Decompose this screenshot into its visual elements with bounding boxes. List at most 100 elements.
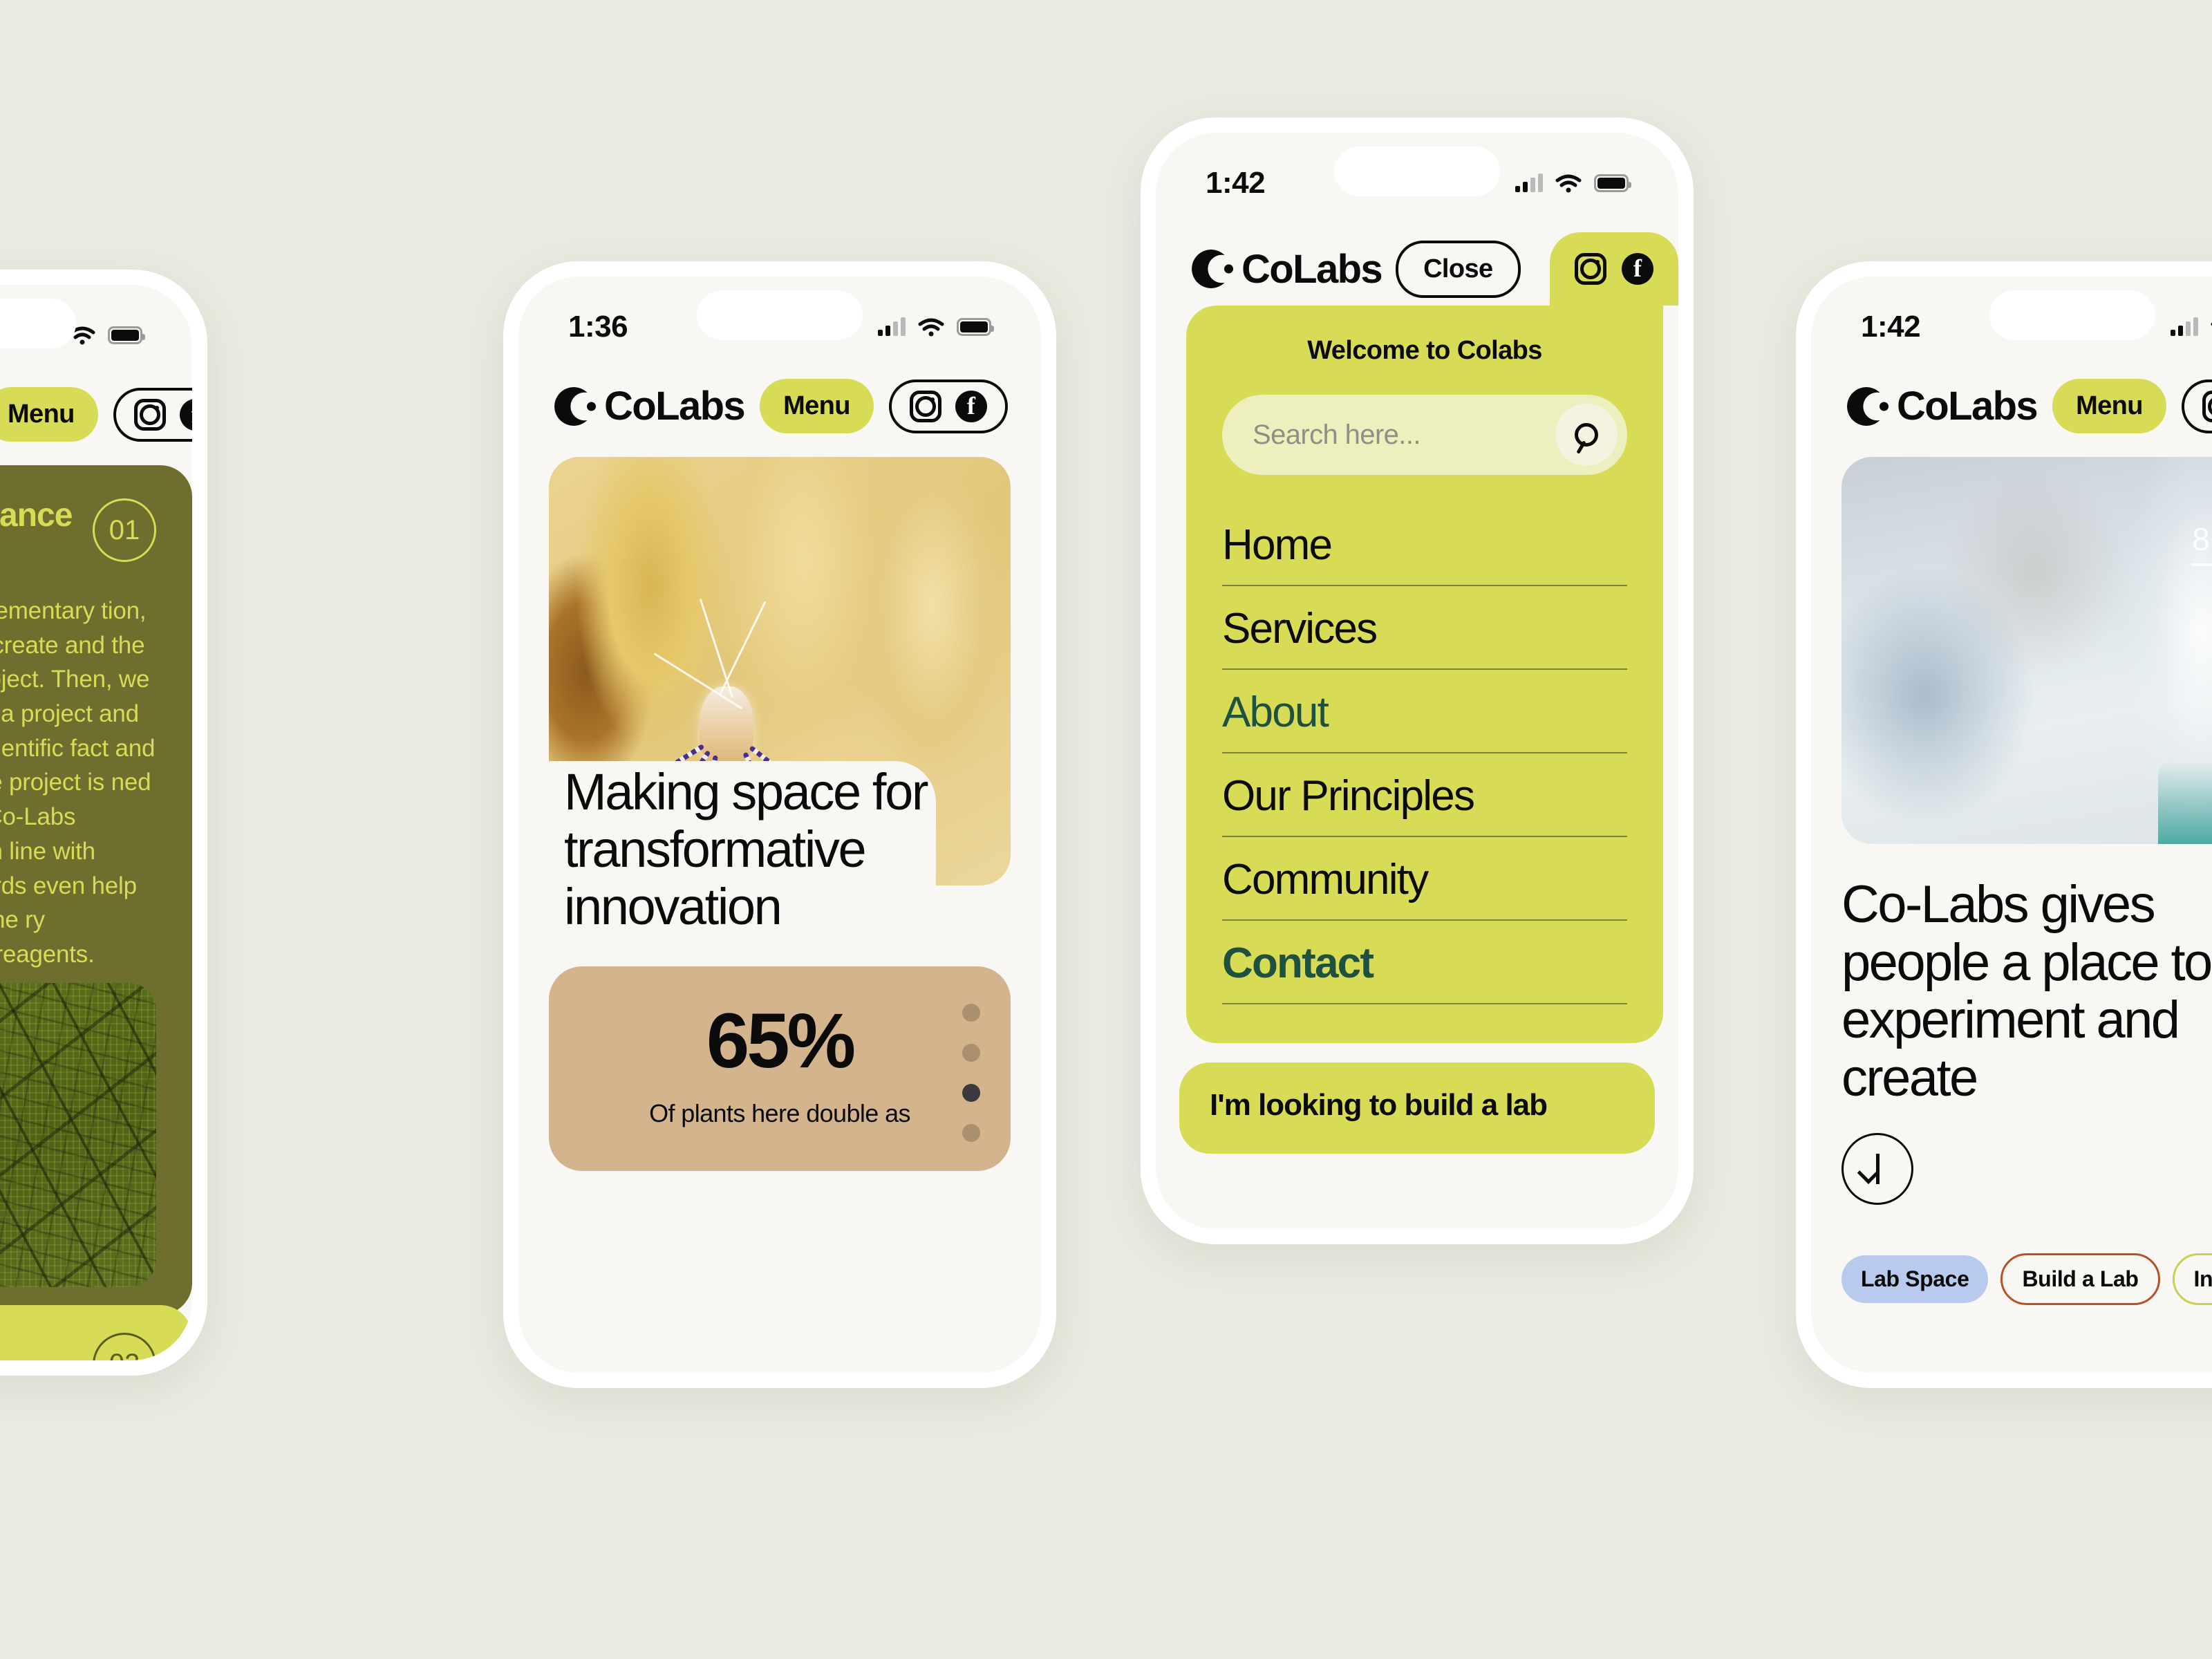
search-placeholder[interactable]: Search here... <box>1253 420 1555 451</box>
chip-build-a-lab[interactable]: Build a Lab <box>2000 1253 2160 1306</box>
chip-innovation-facilitation[interactable]: Innovation Facilitation <box>2172 1253 2212 1306</box>
phone-mockup-3: 1:42 CoLabs Close f Welcome to Colabs Se… <box>1141 118 1694 1244</box>
instagram-icon[interactable] <box>2202 390 2212 422</box>
battery-icon <box>1594 174 1631 192</box>
phone1-app-header: Labs Menu <box>0 366 192 465</box>
process-step-number: 02 <box>93 1332 156 1360</box>
scroll-down-button[interactable] <box>1841 1133 1913 1206</box>
phone-mockup-1: Labs Menu y-step guidance 01 thorough co… <box>0 270 207 1376</box>
category-chips: Lab Space Build a Lab Innovation Facilit… <box>1841 1253 2212 1306</box>
carousel-dot-active[interactable] <box>962 1083 980 1102</box>
welcome-heading: Welcome to Colabs <box>1307 336 1542 365</box>
process-step-body: thorough complementary tion, we begin to… <box>0 597 156 968</box>
phone4-status-bar: 1:42 <box>1811 276 2212 358</box>
phone2-status-bar: 1:36 <box>518 276 1041 358</box>
phone2-screen: 1:36 CoLabs Menu f Making space for tran… <box>518 276 1041 1373</box>
process-step-row-2[interactable]: t Execution 02 <box>0 1304 192 1360</box>
cellular-signal-icon <box>2171 317 2198 336</box>
cellular-signal-icon <box>1515 174 1543 192</box>
battery-icon <box>108 326 145 344</box>
phone3-screen: 1:42 CoLabs Close f Welcome to Colabs Se… <box>1156 133 1678 1229</box>
phone2-app-header: CoLabs Menu <box>518 358 1041 457</box>
stat-card: 65% Of plants here double as <box>549 966 1011 1172</box>
dynamic-island <box>1334 147 1500 196</box>
magnifier-icon <box>1575 423 1598 447</box>
brand-logo[interactable]: CoLabs <box>1847 383 2038 429</box>
facebook-icon[interactable] <box>955 390 987 422</box>
menu-overlay-panel: Welcome to Colabs Search here... Home Se… <box>1186 306 1663 1043</box>
carousel-dot[interactable] <box>962 1043 980 1062</box>
screenshot-canvas: Labs Menu y-step guidance 01 thorough co… <box>0 0 2212 1659</box>
nav-item-community[interactable]: Community <box>1222 837 1627 921</box>
brand-name: CoLabs <box>604 384 746 429</box>
colabs-c-dot-logo-icon <box>554 386 596 426</box>
battery-icon <box>957 318 994 336</box>
carousel-dots[interactable] <box>962 1003 980 1142</box>
instagram-icon[interactable] <box>133 398 166 431</box>
brand-logo[interactable]: CoLabs <box>1192 246 1383 292</box>
phone1-status-bar <box>0 285 192 366</box>
nav-item-contact[interactable]: Contact <box>1222 921 1627 1004</box>
chip-lab-space[interactable]: Lab Space <box>1841 1255 1989 1304</box>
lab-beaker-image: 800 <box>1841 457 2212 844</box>
carousel-dot[interactable] <box>962 1123 980 1142</box>
nav-item-home[interactable]: Home <box>1222 514 1627 586</box>
menu-button[interactable]: Menu <box>2052 379 2166 433</box>
carousel-dot[interactable] <box>962 1003 980 1022</box>
social-links[interactable] <box>1550 232 1678 306</box>
wifi-icon <box>918 318 944 337</box>
phone-mockup-2: 1:36 CoLabs Menu f Making space for tran… <box>503 261 1056 1388</box>
dynamic-island <box>697 290 863 340</box>
process-step-title: y-step guidance <box>0 497 73 534</box>
menu-button[interactable]: Menu <box>760 379 874 433</box>
status-icons <box>1515 174 1631 193</box>
social-links[interactable] <box>113 387 192 442</box>
main-navigation: Home Services About Our Principles Commu… <box>1222 514 1627 1004</box>
beaker-graduation-label: 800 <box>2192 521 2212 566</box>
instagram-icon[interactable] <box>1575 253 1606 285</box>
dynamic-island <box>1989 290 2155 340</box>
instagram-icon[interactable] <box>909 390 941 422</box>
menu-button[interactable]: Menu <box>0 387 98 442</box>
nav-item-about[interactable]: About <box>1222 670 1627 753</box>
process-step-card: y-step guidance 01 thorough complementar… <box>0 465 192 1315</box>
stat-value: 65% <box>706 997 856 1084</box>
brand-name: CoLabs <box>1241 246 1383 292</box>
phone4-app-header: CoLabs Menu <box>1811 358 2212 457</box>
status-icons <box>2171 317 2212 337</box>
beaker-liquid <box>2158 761 2212 844</box>
dynamic-island <box>0 299 76 348</box>
search-field[interactable]: Search here... <box>1222 395 1627 475</box>
colabs-c-dot-logo-icon <box>1847 386 1888 426</box>
facebook-icon[interactable] <box>1622 253 1653 285</box>
nav-item-our-principles[interactable]: Our Principles <box>1222 753 1627 837</box>
brand-name: CoLabs <box>1897 384 2038 429</box>
hero-headline: Making space for transformative innovati… <box>549 763 936 936</box>
phone3-status-bar: 1:42 <box>1156 133 1678 214</box>
stat-caption: Of plants here double as <box>649 1098 910 1127</box>
phone3-app-header: CoLabs Close <box>1156 214 1678 306</box>
wifi-icon <box>1555 174 1582 193</box>
colabs-c-dot-logo-icon <box>1192 250 1233 288</box>
status-icons <box>878 317 994 337</box>
status-time: 1:42 <box>1206 166 1266 200</box>
page-headline: Co-Labs gives people a place to experime… <box>1841 875 2212 1107</box>
cta-build-a-lab[interactable]: I'm looking to build a lab <box>1179 1062 1655 1154</box>
close-button[interactable]: Close <box>1396 240 1521 298</box>
phone4-screen: 1:42 CoLabs Menu 8 Co-Labs gives people … <box>1811 276 2212 1373</box>
social-links[interactable] <box>888 379 1008 433</box>
phone-mockup-4: 1:42 CoLabs Menu 8 Co-Labs gives people … <box>1796 261 2212 1388</box>
cellular-signal-icon <box>878 317 906 336</box>
nav-item-services[interactable]: Services <box>1222 586 1627 670</box>
leaf-vein-image <box>0 982 156 1287</box>
process-step-header: y-step guidance 01 <box>0 498 156 562</box>
social-links[interactable] <box>2181 379 2212 433</box>
search-submit-button[interactable] <box>1555 404 1618 466</box>
arrow-down-icon <box>1875 1154 1880 1185</box>
process-step-number: 01 <box>93 498 156 562</box>
status-time: 1:36 <box>568 310 628 344</box>
phone1-screen: Labs Menu y-step guidance 01 thorough co… <box>0 285 192 1360</box>
facebook-icon[interactable] <box>179 398 192 431</box>
status-time: 1:42 <box>1861 310 1921 344</box>
brand-logo[interactable]: CoLabs <box>554 383 746 429</box>
